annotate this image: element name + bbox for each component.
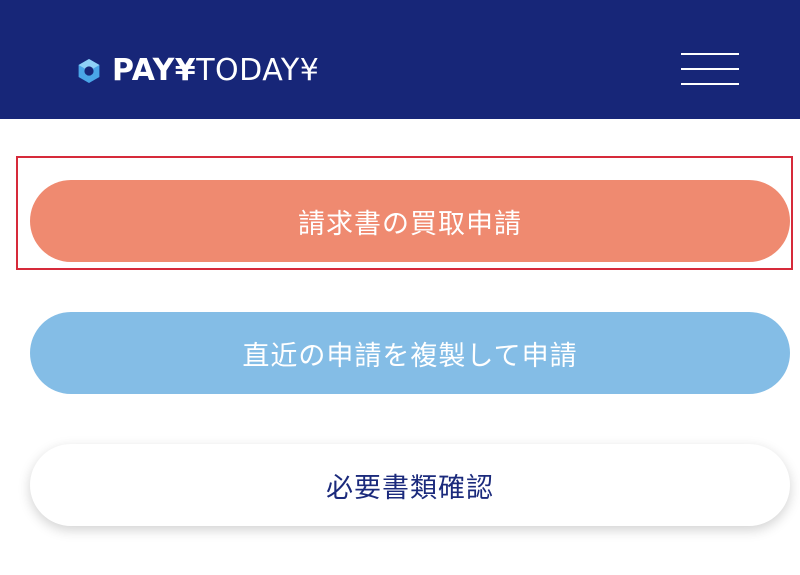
- invoice-purchase-request-button[interactable]: 請求書の買取申請: [30, 180, 790, 262]
- logo-text: PAY¥TODAY¥: [112, 52, 319, 90]
- required-documents-button[interactable]: 必要書類確認: [30, 444, 790, 526]
- hamburger-menu-button[interactable]: [681, 50, 739, 88]
- duplicate-recent-request-button[interactable]: 直近の申請を複製して申請: [30, 312, 790, 394]
- logo-mark-icon: [78, 59, 100, 83]
- logo-text-light: TODAY¥: [196, 53, 320, 88]
- hamburger-menu-icon-line-middle: [681, 68, 739, 70]
- hamburger-menu-icon-line-top: [681, 53, 739, 55]
- hamburger-menu-icon-line-bottom: [681, 83, 739, 85]
- logo-text-bold: PAY¥: [112, 53, 197, 88]
- paytoday-logo[interactable]: PAY¥TODAY¥: [76, 52, 319, 90]
- app-header: PAY¥TODAY¥: [0, 0, 800, 119]
